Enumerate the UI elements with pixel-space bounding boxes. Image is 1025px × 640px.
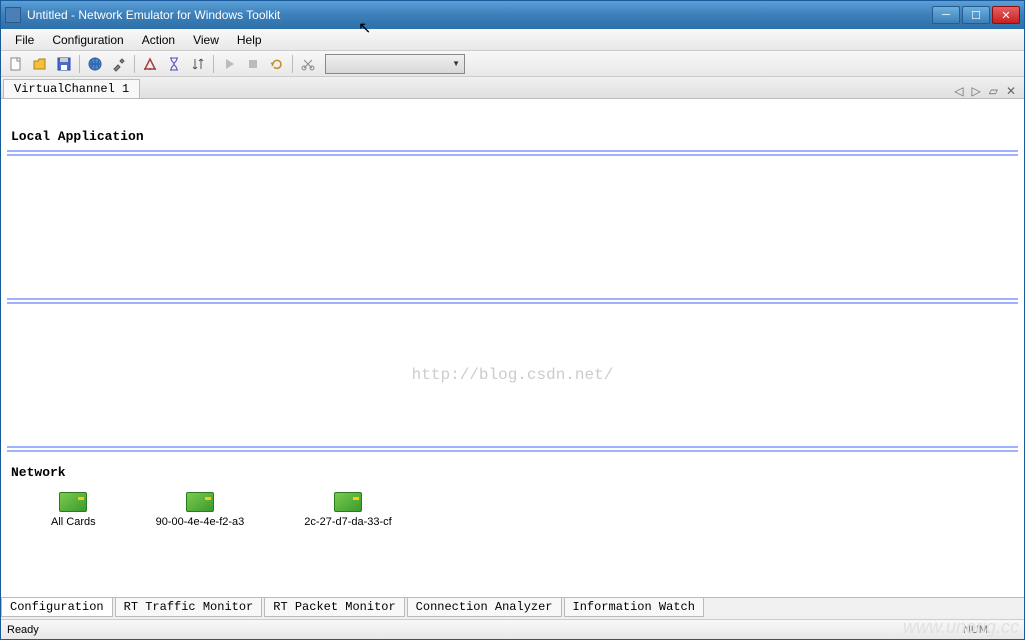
tab-window-button[interactable]: ▱: [987, 84, 1000, 98]
chevron-down-icon: ▼: [452, 59, 460, 68]
hourglass-icon: [166, 56, 182, 72]
doc-tab-controls: ◁ ▷ ▱ ✕: [952, 84, 1024, 98]
sort-button[interactable]: [187, 53, 209, 75]
network-items: All Cards 90-00-4e-4e-f2-a3 2c-27-d7-da-…: [11, 482, 1014, 538]
network-header: Network: [11, 459, 1014, 482]
hourglass-button[interactable]: [163, 53, 185, 75]
toolbar: ▼: [1, 51, 1024, 77]
sort-icon: [190, 56, 206, 72]
local-application-section: Local Application: [1, 123, 1024, 149]
channel-block-top[interactable]: [1, 157, 1024, 297]
divider-line: [7, 298, 1018, 300]
divider-line: [7, 450, 1018, 452]
new-icon: [8, 56, 24, 72]
window-title: Untitled - Network Emulator for Windows …: [27, 8, 932, 22]
play-icon: [221, 56, 237, 72]
close-button[interactable]: ✕: [992, 6, 1020, 24]
tools-button[interactable]: [108, 53, 130, 75]
network-card-label: 2c-27-d7-da-33-cf: [304, 516, 391, 528]
toolbar-separator: [134, 55, 135, 73]
watermark-text: http://blog.csdn.net/: [412, 366, 614, 384]
menu-help[interactable]: Help: [229, 31, 270, 49]
nic-icon: [186, 492, 214, 512]
toolbar-separator: [79, 55, 80, 73]
nic-icon: [334, 492, 362, 512]
content-area: Local Application http://blog.csdn.net/ …: [1, 99, 1024, 597]
nic-icon: [59, 492, 87, 512]
divider-line: [7, 302, 1018, 304]
cut-icon: [300, 56, 316, 72]
app-window: Untitled - Network Emulator for Windows …: [0, 0, 1025, 640]
tab-configuration[interactable]: Configuration: [1, 598, 113, 617]
menu-action[interactable]: Action: [134, 31, 183, 49]
statusbar: Ready NUM: [1, 619, 1024, 639]
bottom-tabbar: Configuration RT Traffic Monitor RT Pack…: [1, 597, 1024, 619]
divider-line: [7, 150, 1018, 152]
refresh-button[interactable]: [266, 53, 288, 75]
delta-icon: [142, 56, 158, 72]
globe-button[interactable]: [84, 53, 106, 75]
network-section: Network All Cards 90-00-4e-4e-f2-a3 2c-2…: [1, 453, 1024, 597]
tools-icon: [111, 56, 127, 72]
tab-rt-traffic-monitor[interactable]: RT Traffic Monitor: [115, 598, 263, 617]
toolbar-separator: [213, 55, 214, 73]
document-tabbar: VirtualChannel 1 ◁ ▷ ▱ ✕: [1, 77, 1024, 99]
delta-button[interactable]: [139, 53, 161, 75]
toolbar-combo[interactable]: ▼: [325, 54, 465, 74]
save-button[interactable]: [53, 53, 75, 75]
menu-view[interactable]: View: [185, 31, 227, 49]
tab-prev-button[interactable]: ◁: [952, 84, 965, 98]
channel-block-bottom[interactable]: http://blog.csdn.net/: [1, 305, 1024, 445]
menubar: File Configuration Action View Help: [1, 29, 1024, 51]
network-card-1[interactable]: 90-00-4e-4e-f2-a3: [156, 492, 245, 528]
open-icon: [32, 56, 48, 72]
tab-next-button[interactable]: ▷: [969, 84, 982, 98]
divider-line: [7, 154, 1018, 156]
status-num: NUM: [963, 624, 1018, 636]
toolbar-separator: [292, 55, 293, 73]
window-controls: ─ ☐ ✕: [932, 6, 1020, 24]
maximize-button[interactable]: ☐: [962, 6, 990, 24]
tab-virtualchannel-1[interactable]: VirtualChannel 1: [3, 79, 140, 98]
titlebar[interactable]: Untitled - Network Emulator for Windows …: [1, 1, 1024, 29]
play-button[interactable]: [218, 53, 240, 75]
app-icon: [5, 7, 21, 23]
tab-rt-packet-monitor[interactable]: RT Packet Monitor: [264, 598, 404, 617]
minimize-button[interactable]: ─: [932, 6, 960, 24]
local-app-header: Local Application: [1, 123, 1024, 146]
cut-button[interactable]: [297, 53, 319, 75]
new-button[interactable]: [5, 53, 27, 75]
menu-configuration[interactable]: Configuration: [44, 31, 131, 49]
stop-button[interactable]: [242, 53, 264, 75]
network-card-2[interactable]: 2c-27-d7-da-33-cf: [304, 492, 391, 528]
open-button[interactable]: [29, 53, 51, 75]
network-card-label: All Cards: [51, 516, 96, 528]
save-icon: [56, 56, 72, 72]
network-card-label: 90-00-4e-4e-f2-a3: [156, 516, 245, 528]
tab-information-watch[interactable]: Information Watch: [564, 598, 704, 617]
network-card-all[interactable]: All Cards: [51, 492, 96, 528]
globe-icon: [87, 56, 103, 72]
tab-connection-analyzer[interactable]: Connection Analyzer: [407, 598, 562, 617]
menu-file[interactable]: File: [7, 31, 42, 49]
status-left: Ready: [7, 624, 39, 636]
tab-close-button[interactable]: ✕: [1004, 84, 1018, 98]
divider-line: [7, 446, 1018, 448]
refresh-icon: [269, 56, 285, 72]
stop-icon: [245, 56, 261, 72]
